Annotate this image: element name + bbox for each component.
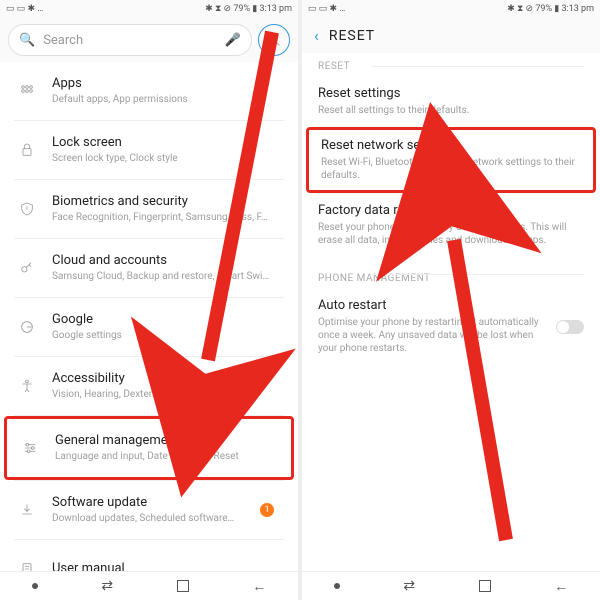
status-left: ▭ ▭ ✱ …	[308, 4, 345, 14]
search-icon: 🔍	[19, 33, 35, 48]
item-title: Auto restart	[318, 298, 544, 313]
nav-dot[interactable]	[334, 583, 340, 589]
item-sub: Reset all settings to their defaults.	[318, 104, 584, 117]
section-phone-management: PHONE MANAGEMENT	[302, 257, 600, 288]
item-sub: Download updates, Scheduled software…	[52, 512, 284, 525]
status-bar: ▭ ▭ ✱ … ✱ ⧗ ⊘ 79% ▮ 3:13 pm	[0, 0, 298, 18]
item-title: Software update	[52, 495, 284, 511]
nav-recent-icon[interactable]: ⇄	[101, 578, 113, 594]
item-google[interactable]: GoogleGoogle settings	[0, 298, 298, 356]
key-icon	[14, 260, 40, 276]
nav-bar: ⇄ ←	[302, 571, 600, 600]
nav-recent-icon[interactable]: ⇄	[403, 578, 415, 594]
item-lock-screen[interactable]: Lock screenScreen lock type, Clock style	[0, 121, 298, 179]
item-title: Accessibility	[52, 371, 284, 387]
reset-screen: ▭ ▭ ✱ … ✱ ⧗ ⊘ 79% ▮ 3:13 pm ‹ RESET RESE…	[302, 0, 600, 600]
accessibility-icon	[14, 378, 40, 394]
item-title: Apps	[52, 76, 284, 92]
item-sub: Optimise your phone by restarting it aut…	[318, 316, 544, 355]
item-accessibility[interactable]: AccessibilityVision, Hearing, Dexterity …	[0, 357, 298, 415]
item-sub: Vision, Hearing, Dexterity and interacti…	[52, 388, 284, 401]
sliders-icon	[17, 440, 43, 456]
item-title: Factory data reset	[318, 203, 584, 218]
nav-dot[interactable]	[32, 583, 38, 589]
item-sub: Screen lock type, Clock style	[52, 152, 284, 165]
item-sub: Face Recognition, Fingerprint, Samsung P…	[52, 211, 284, 224]
item-reset-settings[interactable]: Reset settings Reset all settings to the…	[302, 76, 600, 127]
apps-icon	[14, 83, 40, 99]
search-placeholder: Search	[43, 33, 83, 48]
auto-restart-toggle[interactable]	[556, 320, 584, 334]
item-sub: Google settings	[52, 329, 284, 342]
nav-home-icon[interactable]	[177, 580, 189, 592]
item-reset-network[interactable]: Reset network settings Reset Wi-Fi, Blue…	[309, 130, 593, 190]
item-apps[interactable]: AppsDefault apps, App permissions	[0, 62, 298, 120]
nav-home-icon[interactable]	[479, 580, 491, 592]
search-row: 🔍 Search 🎤	[0, 18, 298, 62]
item-biometrics[interactable]: Biometrics and securityFace Recognition,…	[0, 180, 298, 238]
settings-list: AppsDefault apps, App permissions Lock s…	[0, 62, 298, 600]
shield-icon	[14, 201, 40, 217]
item-title: Reset network settings	[321, 138, 581, 153]
nav-back-icon[interactable]: ←	[554, 578, 568, 595]
lock-icon	[14, 142, 40, 158]
item-title: Biometrics and security	[52, 194, 284, 210]
item-title: General management	[55, 433, 277, 449]
status-bar: ▭ ▭ ✱ … ✱ ⧗ ⊘ 79% ▮ 3:13 pm	[302, 0, 600, 18]
google-icon	[14, 319, 40, 335]
status-right: ✱ ⧗ ⊘ 79% ▮ 3:13 pm	[205, 4, 292, 14]
section-reset: RESET	[302, 53, 600, 76]
item-auto-restart[interactable]: Auto restart Optimise your phone by rest…	[302, 288, 600, 365]
item-title: Google	[52, 312, 284, 328]
nav-bar: ⇄ ←	[0, 571, 298, 600]
back-button[interactable]: ‹	[314, 26, 319, 45]
search-input[interactable]: 🔍 Search 🎤	[8, 24, 252, 56]
item-title: Reset settings	[318, 86, 584, 101]
item-sub: Default apps, App permissions	[52, 93, 284, 106]
person-icon	[266, 32, 282, 48]
download-icon	[14, 502, 40, 518]
settings-screen: ▭ ▭ ✱ … ✱ ⧗ ⊘ 79% ▮ 3:13 pm 🔍 Search 🎤 A…	[0, 0, 298, 600]
update-badge: 1	[260, 503, 274, 517]
item-sub: Reset your phone to its factory default …	[318, 221, 584, 247]
item-cloud[interactable]: Cloud and accountsSamsung Cloud, Backup …	[0, 239, 298, 297]
nav-back-icon[interactable]: ←	[252, 578, 266, 595]
highlight-general-management: General managementLanguage and input, Da…	[4, 416, 294, 480]
header-bar: ‹ RESET	[302, 18, 600, 53]
page-title: RESET	[329, 28, 375, 44]
item-title: Cloud and accounts	[52, 253, 284, 269]
item-sub: Samsung Cloud, Backup and restore, Smart…	[52, 270, 284, 283]
item-sub: Reset Wi-Fi, Bluetooth, and other networ…	[321, 156, 581, 182]
item-software-update[interactable]: Software updateDownload updates, Schedul…	[0, 481, 298, 539]
item-general-management[interactable]: General managementLanguage and input, Da…	[7, 419, 291, 477]
item-title: Lock screen	[52, 135, 284, 151]
status-left: ▭ ▭ ✱ …	[6, 4, 43, 14]
highlight-reset-network: Reset network settings Reset Wi-Fi, Blue…	[306, 127, 596, 193]
item-factory-reset[interactable]: Factory data reset Reset your phone to i…	[302, 193, 600, 257]
profile-button[interactable]	[258, 24, 290, 56]
item-sub: Language and input, Date and time, Reset	[55, 450, 277, 463]
mic-icon[interactable]: 🎤	[225, 33, 241, 48]
status-right: ✱ ⧗ ⊘ 79% ▮ 3:13 pm	[507, 4, 594, 14]
